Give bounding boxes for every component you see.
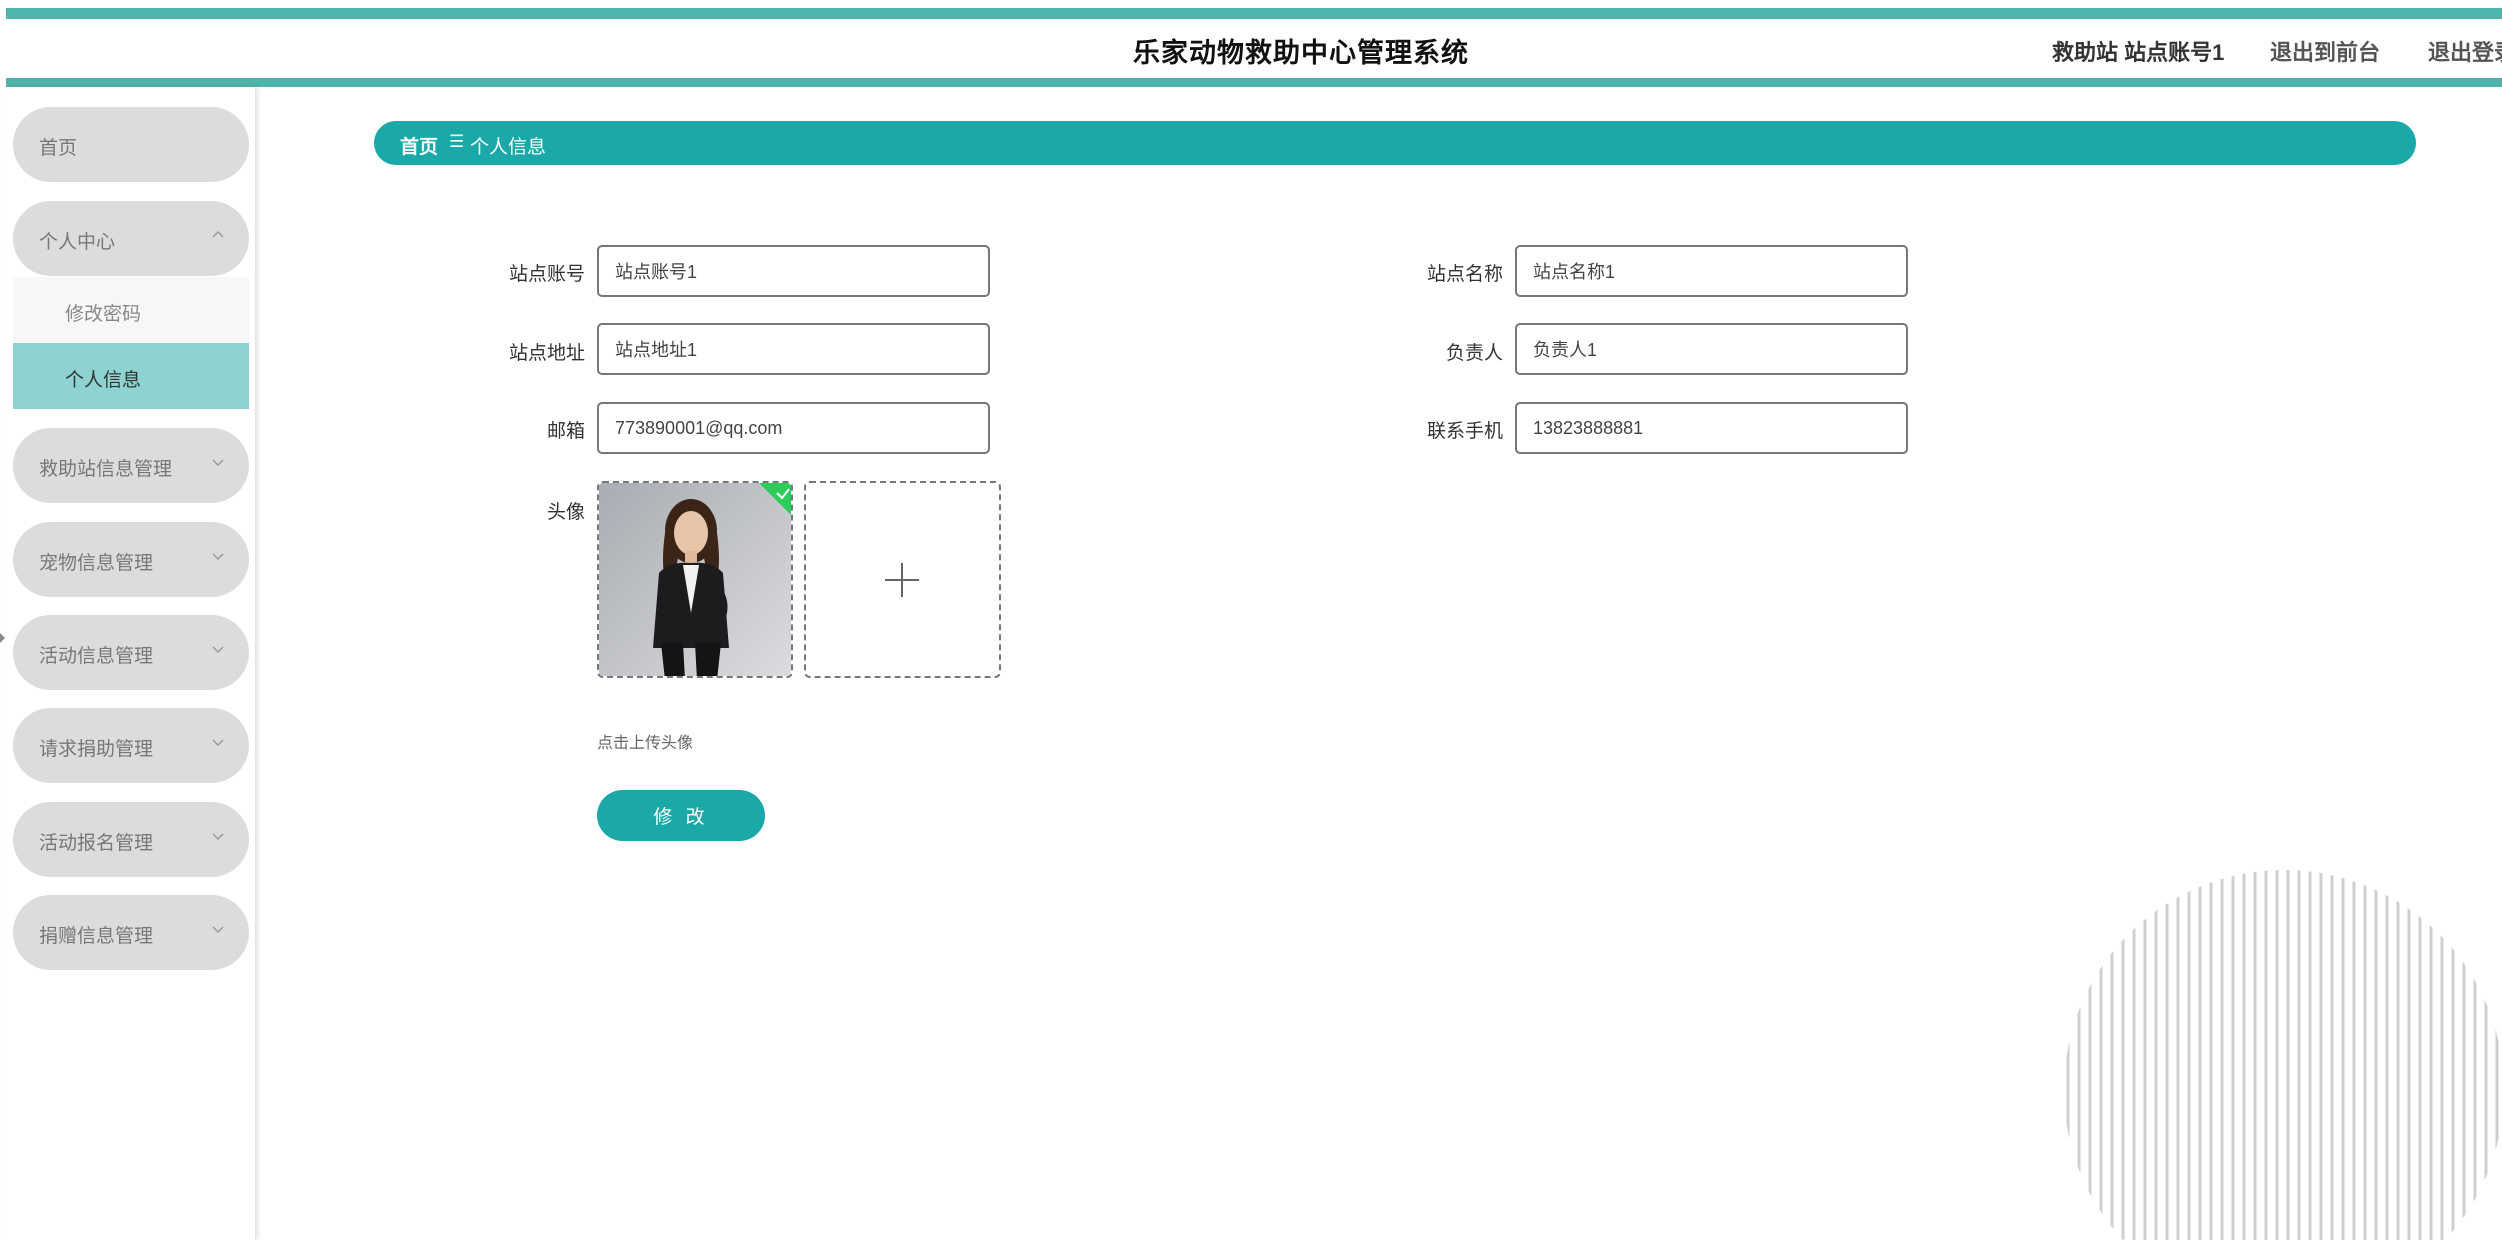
chevron-down-icon — [212, 833, 224, 841]
email-label: 邮箱 — [546, 421, 585, 442]
chevron-down-icon — [212, 553, 224, 561]
sidebar-item-pet-info[interactable]: 宠物信息管理 — [13, 522, 249, 597]
station-account-label: 站点账号 — [508, 264, 585, 285]
header-bottom-strip — [6, 78, 2502, 87]
breadcrumb: 首页 ☰ 个人信息 — [374, 121, 2416, 165]
station-address-input[interactable] — [597, 323, 990, 375]
sidebar-item-label: 活动报名管理 — [39, 833, 154, 854]
breadcrumb-current: 个人信息 — [470, 137, 547, 158]
sidebar-item-label: 活动信息管理 — [39, 646, 154, 667]
sidebar-item-label: 捐赠信息管理 — [39, 926, 154, 947]
back-to-frontend-link[interactable]: 退出到前台 — [2270, 35, 2380, 67]
app-title: 乐家动物救助中心管理系统 — [1133, 38, 1469, 68]
sidebar-item-personal-center[interactable]: 个人中心 — [13, 201, 249, 276]
decorative-stripes — [2066, 870, 2499, 1240]
upload-hint: 点击上传头像 — [597, 735, 694, 752]
sidebar-subitem-personal-info[interactable]: 个人信息 — [13, 343, 249, 409]
user-role: 救助站 — [2052, 40, 2119, 65]
avatar-label: 头像 — [546, 502, 585, 523]
sidebar-subitem-label: 个人信息 — [65, 370, 142, 391]
submit-button[interactable]: 修 改 — [597, 790, 765, 841]
breadcrumb-home[interactable]: 首页 — [400, 132, 438, 159]
sidebar-item-donation-request[interactable]: 请求捐助管理 — [13, 708, 249, 783]
sidebar-item-home[interactable]: 首页 — [13, 107, 249, 182]
mobile-label: 联系手机 — [1426, 421, 1503, 442]
sidebar-item-activity-signup[interactable]: 活动报名管理 — [13, 802, 249, 877]
mobile-input[interactable] — [1515, 402, 1908, 454]
email-input[interactable] — [597, 402, 990, 454]
chevron-down-icon — [212, 739, 224, 747]
sidebar-item-label: 救助站信息管理 — [39, 459, 173, 480]
sidebar-item-label: 请求捐助管理 — [39, 739, 154, 760]
station-name-input[interactable] — [1515, 245, 1908, 297]
sidebar-item-label: 个人中心 — [39, 232, 116, 253]
sidebar-item-station-info[interactable]: 救助站信息管理 — [13, 428, 249, 503]
logout-link[interactable]: 退出登录 — [2428, 35, 2502, 67]
manager-input[interactable] — [1515, 323, 1908, 375]
sidebar-collapse-handle[interactable] — [0, 633, 5, 643]
sidebar-item-label: 首页 — [39, 138, 78, 159]
avatar-thumbnail[interactable] — [597, 481, 793, 678]
sidebar-item-donation-info[interactable]: 捐赠信息管理 — [13, 895, 249, 970]
station-name-label: 站点名称 — [1426, 264, 1503, 285]
sidebar-subitem-change-password[interactable]: 修改密码 — [13, 277, 249, 343]
sidebar: 首页 个人中心 修改密码 个人信息 救助站信息管理 宠物信息管理 活动信息管理 … — [6, 87, 256, 1240]
header-top-strip — [6, 8, 2502, 19]
manager-label: 负责人 — [1445, 343, 1503, 364]
chevron-down-icon — [212, 459, 224, 467]
avatar-photo — [599, 483, 791, 676]
user-info: 救助站 站点账号1 — [2052, 35, 2224, 67]
chevron-down-icon — [212, 646, 224, 654]
avatar-upload-button[interactable] — [804, 481, 1001, 678]
plus-icon — [885, 563, 919, 597]
user-name: 站点账号1 — [2124, 40, 2225, 65]
sidebar-subitem-label: 修改密码 — [65, 304, 142, 325]
station-account-input[interactable] — [597, 245, 990, 297]
sidebar-item-activity-info[interactable]: 活动信息管理 — [13, 615, 249, 690]
chevron-down-icon — [212, 926, 224, 934]
menu-icon: ☰ — [449, 132, 465, 151]
chevron-up-icon — [212, 230, 224, 238]
sidebar-item-label: 宠物信息管理 — [39, 553, 154, 574]
station-address-label: 站点地址 — [508, 343, 585, 364]
